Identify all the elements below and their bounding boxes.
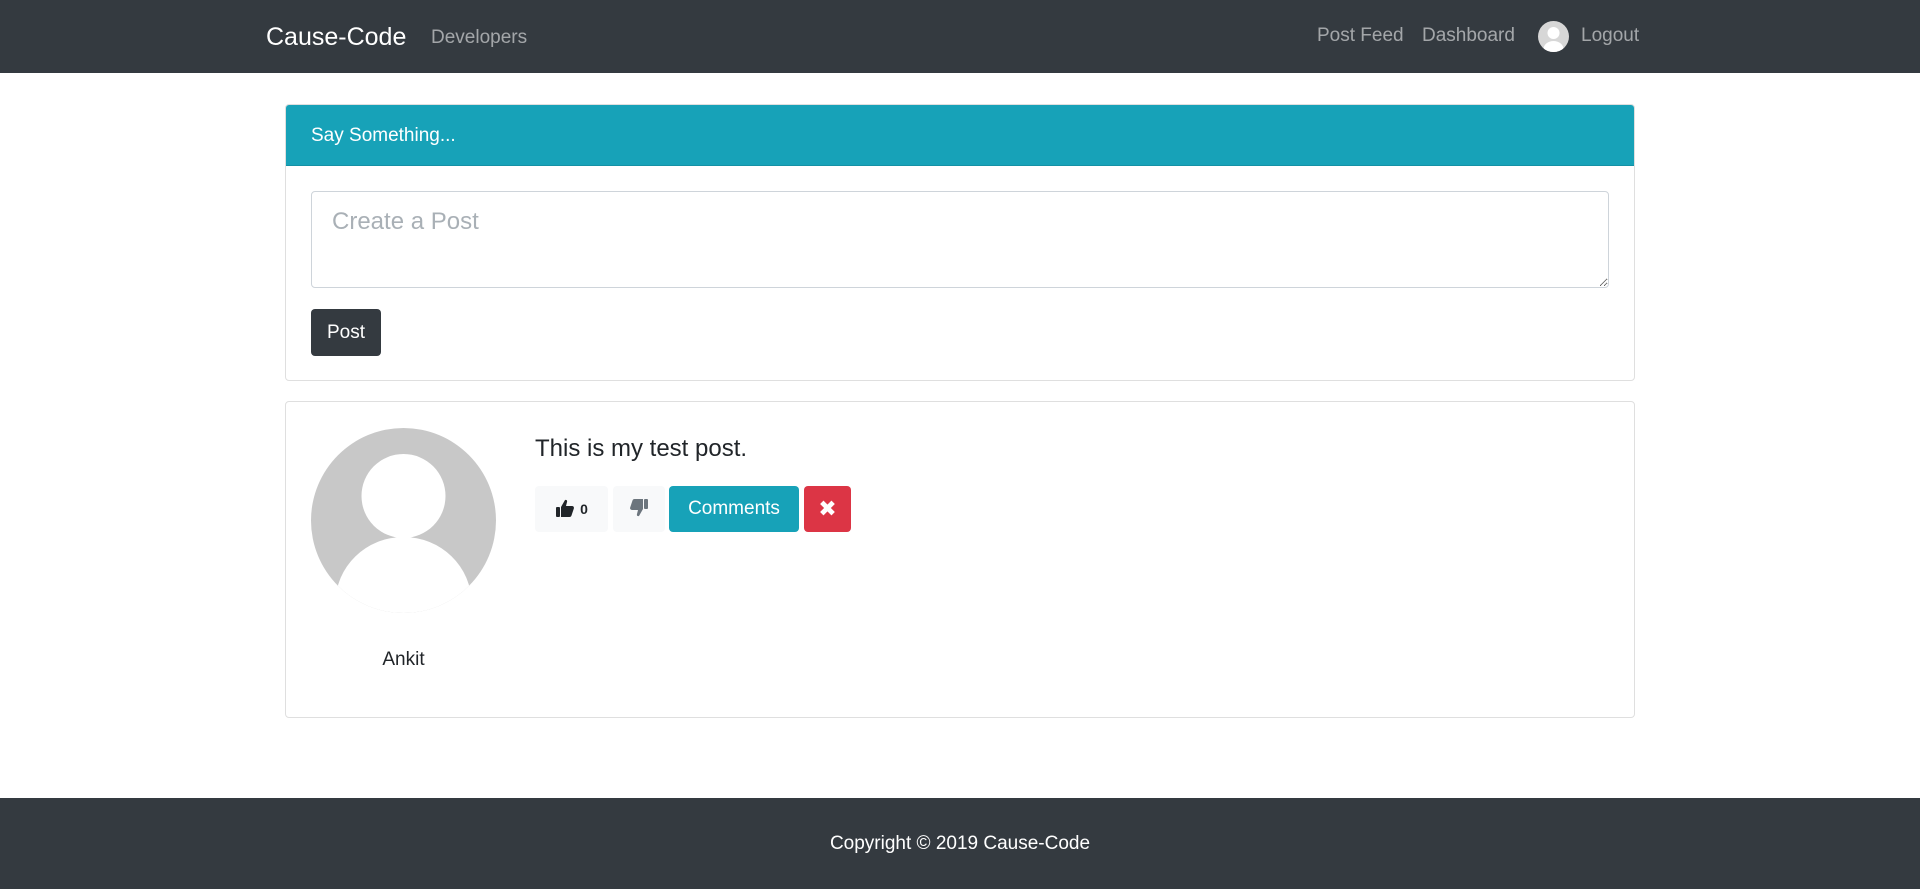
post-text: This is my test post. bbox=[535, 435, 748, 462]
close-icon: ✖ bbox=[818, 496, 837, 521]
post-form-card: Say Something... Post bbox=[285, 104, 1635, 381]
footer-copyright: Copyright © 2019 Cause-Code bbox=[829, 833, 1091, 854]
thumbs-down-icon bbox=[629, 498, 649, 521]
post-author-name[interactable]: Ankit bbox=[311, 648, 496, 672]
post-submit-button[interactable]: Post bbox=[311, 309, 381, 356]
post-item: Ankit This is my test post. 0 Comments ✖ bbox=[285, 401, 1635, 718]
page-bottom-strip bbox=[0, 889, 1920, 893]
page-footer: Copyright © 2019 Cause-Code bbox=[0, 798, 1920, 889]
delete-post-button[interactable]: ✖ bbox=[804, 486, 851, 532]
top-navbar: Cause-Code Developers Post Feed Dashboar… bbox=[0, 0, 1920, 73]
author-avatar-icon[interactable] bbox=[311, 428, 496, 613]
thumbs-up-icon bbox=[555, 498, 575, 521]
nav-link-logout[interactable]: Logout bbox=[1581, 24, 1639, 48]
unlike-button[interactable] bbox=[613, 486, 665, 532]
like-count: 0 bbox=[580, 501, 588, 517]
create-post-textarea[interactable] bbox=[311, 191, 1609, 288]
nav-link-dashboard[interactable]: Dashboard bbox=[1422, 24, 1515, 48]
nav-link-post-feed[interactable]: Post Feed bbox=[1317, 24, 1404, 48]
nav-link-developers[interactable]: Developers bbox=[431, 26, 527, 50]
like-button[interactable]: 0 bbox=[535, 486, 608, 532]
comments-button[interactable]: Comments bbox=[669, 486, 799, 532]
user-avatar-icon[interactable] bbox=[1538, 21, 1569, 52]
post-form-header: Say Something... bbox=[286, 105, 1634, 166]
brand-link[interactable]: Cause-Code bbox=[266, 22, 406, 52]
